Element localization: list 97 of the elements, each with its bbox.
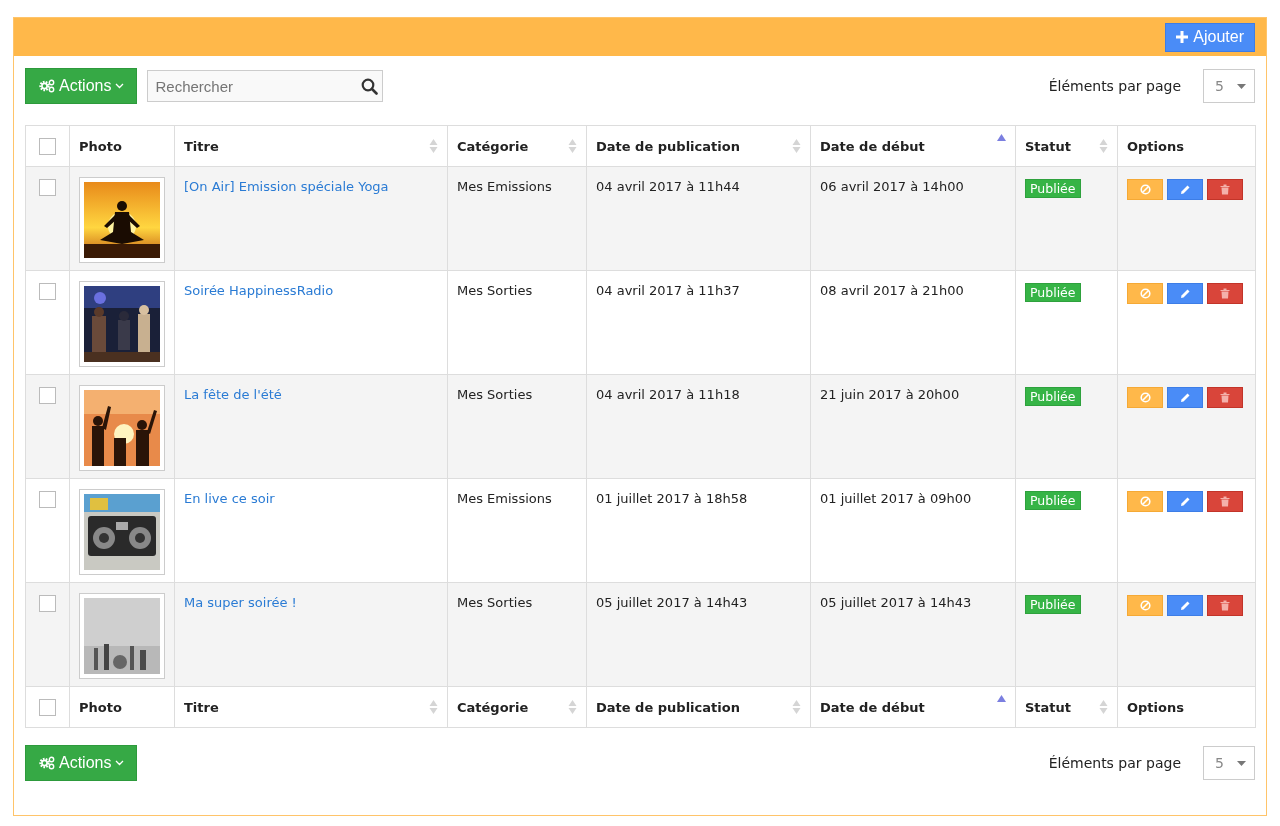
delete-button[interactable] — [1207, 387, 1243, 408]
pencil-icon — [1179, 600, 1191, 611]
chevron-icon — [115, 760, 125, 766]
category-text: Mes Sorties — [457, 595, 533, 610]
sort-icon[interactable] — [568, 699, 577, 715]
publication-date: 01 juillet 2017 à 18h58 — [596, 491, 748, 506]
publication-date: 04 avril 2017 à 11h18 — [596, 387, 740, 402]
trash-icon — [1220, 600, 1230, 611]
sort-icon[interactable] — [1099, 699, 1108, 715]
sort-icon[interactable] — [1099, 138, 1108, 154]
disable-button[interactable] — [1127, 491, 1163, 512]
title-link[interactable]: La fête de l'été — [184, 387, 282, 402]
sort-icon[interactable] — [429, 699, 438, 715]
edit-button[interactable] — [1167, 387, 1203, 408]
pencil-icon — [1179, 496, 1191, 507]
start-date: 01 juillet 2017 à 09h00 — [820, 491, 972, 506]
disable-button[interactable] — [1127, 595, 1163, 616]
sort-icon[interactable] — [429, 138, 438, 154]
category-text: Mes Sorties — [457, 387, 533, 402]
per-page-label: Éléments par page — [1048, 78, 1181, 94]
row-checkbox[interactable] — [39, 387, 56, 404]
column-header[interactable]: Catégorie — [457, 699, 529, 715]
status-badge: Publiée — [1025, 387, 1081, 406]
delete-button[interactable] — [1207, 283, 1243, 304]
delete-button[interactable] — [1207, 491, 1243, 512]
ban-icon — [1139, 392, 1151, 403]
status-badge: Publiée — [1025, 491, 1081, 510]
select-all-checkbox[interactable] — [39, 698, 56, 716]
trash-icon — [1220, 496, 1230, 507]
title-link[interactable]: Ma super soirée ! — [184, 595, 297, 610]
column-header[interactable]: Titre — [184, 699, 219, 715]
per-page-select[interactable]: 5 — [1203, 746, 1255, 780]
pencil-icon — [1179, 392, 1191, 403]
category-text: Mes Emissions — [457, 491, 552, 506]
select-all-checkbox[interactable] — [39, 137, 56, 155]
row-checkbox[interactable] — [39, 283, 56, 300]
title-link[interactable]: En live ce soir — [184, 491, 275, 506]
row-checkbox[interactable] — [39, 179, 56, 196]
row-checkbox[interactable] — [39, 595, 56, 612]
column-header: Photo — [79, 699, 122, 715]
per-page-label: Éléments par page — [1048, 755, 1181, 771]
trash-icon — [1220, 288, 1230, 299]
pencil-icon — [1179, 184, 1191, 195]
trash-icon — [1220, 184, 1230, 195]
column-header[interactable]: Titre — [184, 138, 219, 154]
column-header: Options — [1127, 138, 1184, 154]
delete-button[interactable] — [1207, 595, 1243, 616]
edit-button[interactable] — [1167, 595, 1203, 616]
search-field[interactable]: Rechercher — [147, 70, 384, 102]
search-icon[interactable] — [361, 78, 379, 95]
start-date: 06 avril 2017 à 14h00 — [820, 179, 964, 194]
category-text: Mes Emissions — [457, 179, 552, 194]
ban-icon — [1139, 288, 1151, 299]
chevron-icon — [115, 83, 125, 89]
gears-icon — [39, 79, 55, 93]
column-header: Options — [1127, 699, 1184, 715]
column-header[interactable]: Statut — [1025, 138, 1072, 154]
sort-icon[interactable] — [568, 138, 577, 154]
edit-button[interactable] — [1167, 283, 1203, 304]
column-header[interactable]: Date de début — [820, 138, 925, 154]
sort-icon[interactable] — [792, 138, 801, 154]
edit-button[interactable] — [1167, 491, 1203, 512]
pencil-icon — [1179, 288, 1191, 299]
start-date: 08 avril 2017 à 21h00 — [820, 283, 964, 298]
sort-ascending-icon[interactable] — [997, 694, 1006, 702]
trash-icon — [1220, 392, 1230, 403]
status-badge: Publiée — [1025, 179, 1081, 198]
ban-icon — [1139, 184, 1151, 195]
caret-icon — [1237, 83, 1246, 89]
status-badge: Publiée — [1025, 595, 1081, 614]
caret-icon — [1237, 760, 1246, 766]
gears-icon — [39, 756, 55, 770]
disable-button[interactable] — [1127, 179, 1163, 200]
ban-icon — [1139, 600, 1151, 611]
publication-date: 04 avril 2017 à 11h37 — [596, 283, 740, 298]
disable-button[interactable] — [1127, 283, 1163, 304]
delete-button[interactable] — [1207, 179, 1243, 200]
column-header[interactable]: Statut — [1025, 699, 1072, 715]
publication-date: 05 juillet 2017 à 14h43 — [596, 595, 748, 610]
column-header[interactable]: Date de début — [820, 699, 925, 715]
title-link[interactable]: Soirée HappinessRadio — [184, 283, 334, 298]
title-link[interactable]: [On Air] Emission spéciale Yoga — [184, 179, 389, 194]
disable-button[interactable] — [1127, 387, 1163, 408]
row-checkbox[interactable] — [39, 491, 56, 508]
edit-button[interactable] — [1167, 179, 1203, 200]
per-page-select[interactable]: 5 — [1203, 69, 1255, 103]
publication-date: 04 avril 2017 à 11h44 — [596, 179, 740, 194]
start-date: 21 juin 2017 à 20h00 — [820, 387, 960, 402]
category-text: Mes Sorties — [457, 283, 533, 298]
start-date: 05 juillet 2017 à 14h43 — [820, 595, 972, 610]
column-header[interactable]: Catégorie — [457, 138, 529, 154]
ban-icon — [1139, 496, 1151, 507]
column-header: Photo — [79, 138, 122, 154]
status-badge: Publiée — [1025, 283, 1081, 302]
sort-ascending-icon[interactable] — [997, 133, 1006, 141]
sort-icon[interactable] — [792, 699, 801, 715]
plus-icon — [1176, 31, 1189, 43]
